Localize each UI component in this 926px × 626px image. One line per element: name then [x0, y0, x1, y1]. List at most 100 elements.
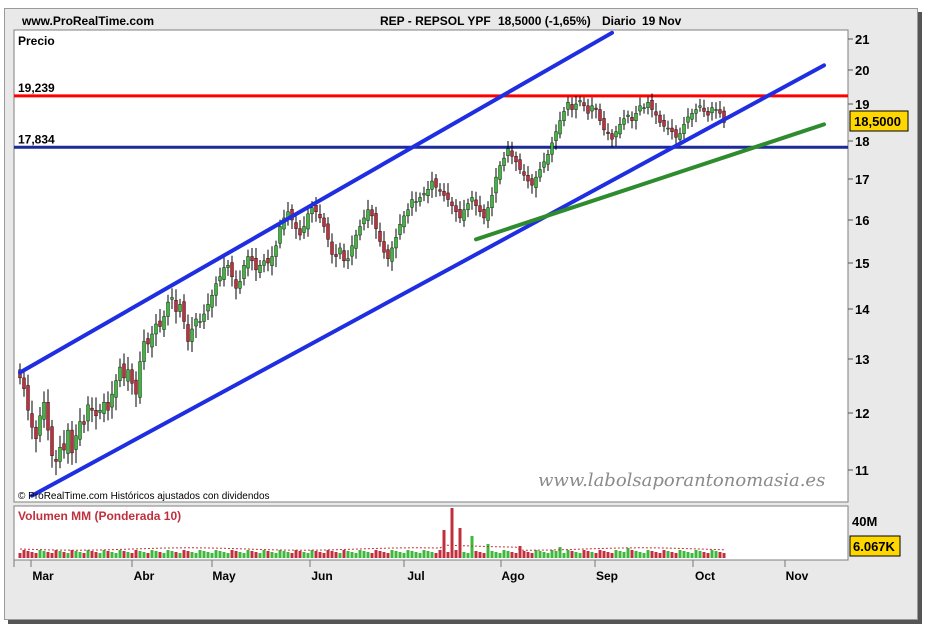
volume-bar	[706, 553, 710, 558]
volume-bar	[290, 553, 294, 558]
volume-bar	[38, 550, 42, 558]
volume-bar	[530, 553, 534, 558]
x-tick-label: Sep	[596, 569, 618, 583]
candle-body	[538, 169, 542, 178]
candle-body	[646, 102, 650, 108]
volume-bar	[254, 552, 258, 558]
volume-bar	[386, 553, 390, 558]
volume-bar	[410, 551, 414, 558]
volume-bar	[534, 550, 538, 558]
x-tick-label: Abr	[134, 569, 155, 583]
volume-bar	[578, 553, 582, 558]
volume-bar	[610, 553, 614, 558]
candle-body	[398, 224, 402, 235]
volume-bar	[30, 552, 34, 558]
volume-bar	[82, 553, 86, 558]
volume-bar	[50, 553, 54, 558]
volume-bar	[138, 551, 142, 558]
volume-bar	[150, 550, 154, 558]
volume-bar	[710, 550, 714, 558]
volume-bar	[162, 553, 166, 558]
candle-body	[202, 313, 206, 322]
candle-body	[58, 447, 62, 462]
candle-body	[458, 209, 462, 219]
volume-bar	[170, 551, 174, 558]
y-tick-label: 21	[855, 32, 869, 47]
candle-body	[570, 104, 574, 110]
candle-body	[622, 118, 626, 125]
candle-body	[498, 165, 502, 180]
candle-body	[198, 321, 202, 323]
candle-body	[98, 410, 102, 413]
volume-bar	[334, 552, 338, 558]
candle-body	[254, 258, 258, 271]
volume-bar	[590, 552, 594, 558]
volume-bar	[230, 550, 234, 558]
y-tick-label: 14	[855, 302, 870, 317]
volume-bar	[158, 552, 162, 558]
volume-bar	[698, 551, 702, 558]
candle-body	[450, 201, 454, 206]
volume-bar	[470, 536, 474, 558]
volume-bar	[442, 530, 446, 558]
volume-bar	[670, 552, 674, 558]
candle-body	[414, 201, 418, 203]
candle-body	[54, 458, 58, 462]
candle-body	[294, 222, 298, 229]
volume-bar	[658, 553, 662, 558]
volume-bar	[382, 552, 386, 558]
candle-body	[606, 131, 610, 134]
candle-body	[390, 247, 394, 262]
candle-body	[642, 107, 646, 109]
candle-body	[154, 323, 158, 335]
volume-bar	[650, 551, 654, 558]
volume-bar	[598, 550, 602, 558]
volume-bar	[390, 550, 394, 558]
volume-bar	[214, 550, 218, 558]
candle-body	[514, 155, 518, 163]
price-chart: 11 12 13 14 15 16 17 18 19 20 21 Mar Abr May Jun Jul Ag…	[13, 29, 909, 583]
candle-body	[210, 295, 214, 308]
volume-bar	[638, 552, 642, 558]
candle-body	[350, 245, 354, 257]
volume-bar	[518, 546, 522, 558]
volume-bar	[210, 553, 214, 558]
x-tick-label: Jun	[311, 569, 332, 583]
candle-body	[270, 256, 274, 266]
candle-body	[50, 426, 54, 456]
volume-bar	[614, 550, 618, 558]
candle-body	[590, 105, 594, 112]
volume-bar	[510, 552, 514, 558]
volume-bar	[26, 551, 30, 558]
volume-bar	[178, 553, 182, 558]
volume-bar	[566, 550, 570, 558]
candle-body	[142, 341, 146, 362]
volume-bar	[114, 553, 118, 558]
candle-body	[22, 377, 26, 389]
candle-body	[658, 114, 662, 123]
volume-bar	[714, 551, 718, 558]
candle-body	[574, 103, 578, 110]
volume-bar	[198, 550, 202, 558]
volume-bar	[226, 553, 230, 558]
candle-body	[510, 150, 514, 157]
candle-body	[618, 124, 622, 135]
volume-bar	[434, 553, 438, 558]
candle-body	[434, 178, 438, 188]
price-panel	[13, 29, 849, 503]
candle-body	[126, 369, 130, 382]
volume-bar	[118, 550, 122, 558]
volume-bar	[106, 551, 110, 558]
candle-body	[594, 107, 598, 110]
candle-body	[650, 100, 654, 110]
volume-bar	[602, 551, 606, 558]
volume-bar	[594, 553, 598, 558]
candle-body	[42, 402, 46, 420]
candle-body	[190, 328, 194, 342]
resistance-level-label: 19,239	[18, 81, 55, 95]
volume-bar	[490, 551, 494, 558]
volume-bar	[362, 551, 366, 558]
volume-bar	[574, 552, 578, 558]
y-tick-label: 18	[855, 134, 869, 149]
volume-bar	[406, 550, 410, 558]
